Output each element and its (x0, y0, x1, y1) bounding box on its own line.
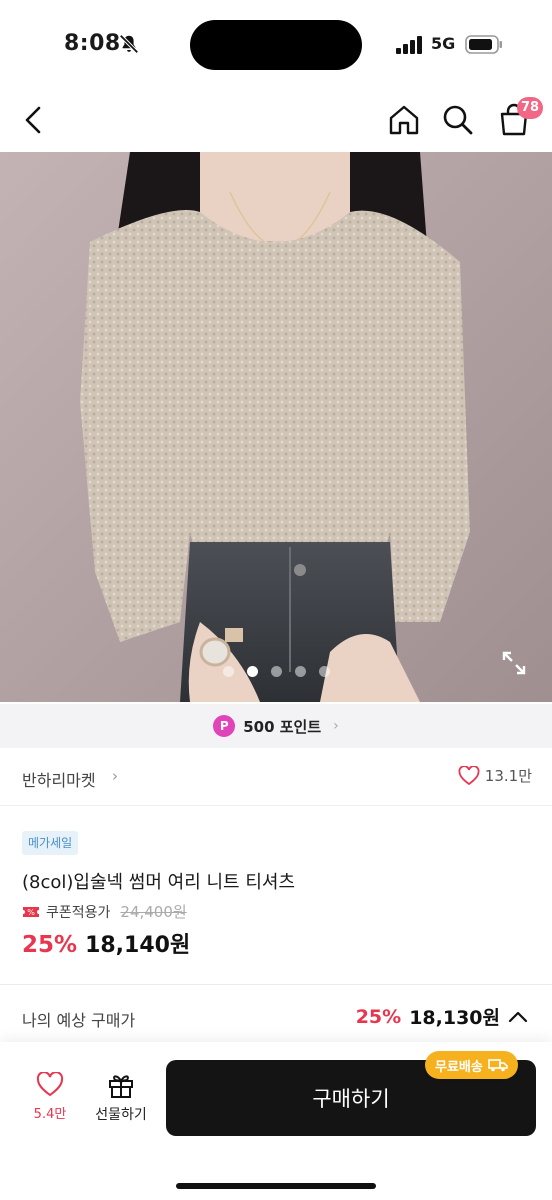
seller-like-count: 13.1만 (484, 767, 532, 785)
heart-icon (36, 1072, 64, 1097)
estimated-price: 18,130원 (409, 1007, 500, 1029)
estimated-discount: 25% (355, 1005, 402, 1028)
nav-bar (0, 92, 552, 150)
back-button[interactable] (14, 100, 54, 140)
expand-icon[interactable] (501, 650, 527, 676)
estimated-price-label: 나의 예상 구매가 (22, 1011, 136, 1030)
product-image[interactable] (0, 152, 552, 702)
battery-icon (465, 35, 502, 54)
gallery-pagination (0, 666, 552, 677)
coupon-label: 쿠폰적용가 (46, 904, 111, 921)
truck-icon (488, 1059, 508, 1072)
gallery-dot[interactable] (318, 666, 330, 677)
gift-icon (109, 1075, 133, 1098)
product-photo (0, 152, 552, 702)
price-row: 25% 18,140원 (22, 927, 190, 959)
search-button[interactable] (438, 100, 478, 140)
points-label: 500 포인트 (243, 717, 322, 736)
discount-rate: 25% (22, 932, 78, 958)
free-shipping-badge: 무료배송 (425, 1051, 518, 1079)
network-type: 5G (431, 34, 456, 53)
wishlist-button[interactable]: 5.4만 (20, 1072, 80, 1132)
gallery-dot[interactable] (294, 666, 306, 677)
home-indicator (176, 1183, 376, 1189)
sale-badge: 메가세일 (22, 831, 79, 855)
cart-count-badge: 78 (517, 97, 544, 119)
heart-icon (458, 765, 480, 785)
chevron-left-icon (25, 106, 41, 134)
search-icon (443, 105, 473, 135)
free-shipping-label: 무료배송 (435, 1059, 483, 1075)
status-bar: 8:08 5G (0, 0, 552, 88)
gallery-dot[interactable] (270, 666, 282, 677)
points-banner[interactable]: P 500 포인트 › (0, 704, 552, 748)
gallery-dot[interactable] (222, 666, 234, 677)
chevron-right-icon: › (333, 718, 339, 734)
original-price: 24,400원 (120, 903, 187, 921)
divider (0, 984, 552, 985)
home-button[interactable] (384, 100, 424, 140)
dynamic-island (190, 20, 362, 70)
coupon-price-row: % 쿠폰적용가 24,400원 (22, 901, 187, 922)
home-icon (389, 105, 419, 135)
chevron-up-icon[interactable] (508, 1010, 528, 1024)
gift-label: 선물하기 (95, 1107, 147, 1123)
wishlist-count: 5.4만 (33, 1107, 67, 1122)
gallery-dot-active[interactable] (246, 666, 258, 677)
svg-text:%: % (27, 908, 35, 917)
estimated-price-values: 25% 18,130원 (356, 1003, 528, 1030)
sale-price: 18,140원 (85, 933, 191, 958)
seller-like-button[interactable]: 13.1만 (458, 765, 532, 786)
bell-off-icon (119, 34, 139, 54)
points-icon: P (213, 715, 236, 737)
coupon-icon: % (23, 906, 39, 917)
seller-name-link[interactable]: 반하리마켓 (22, 767, 96, 791)
estimated-price-row[interactable]: 나의 예상 구매가 25% 18,130원 (0, 1000, 552, 1038)
signal-icon (396, 36, 424, 54)
seller-row: 반하리마켓 › 13.1만 (0, 750, 552, 806)
gift-button[interactable]: 선물하기 (88, 1072, 154, 1132)
product-title: (8col)입술넥 썸머 여리 니트 티셔츠 (22, 872, 296, 893)
chevron-right-icon: › (112, 767, 118, 785)
status-time: 8:08 (64, 31, 121, 56)
